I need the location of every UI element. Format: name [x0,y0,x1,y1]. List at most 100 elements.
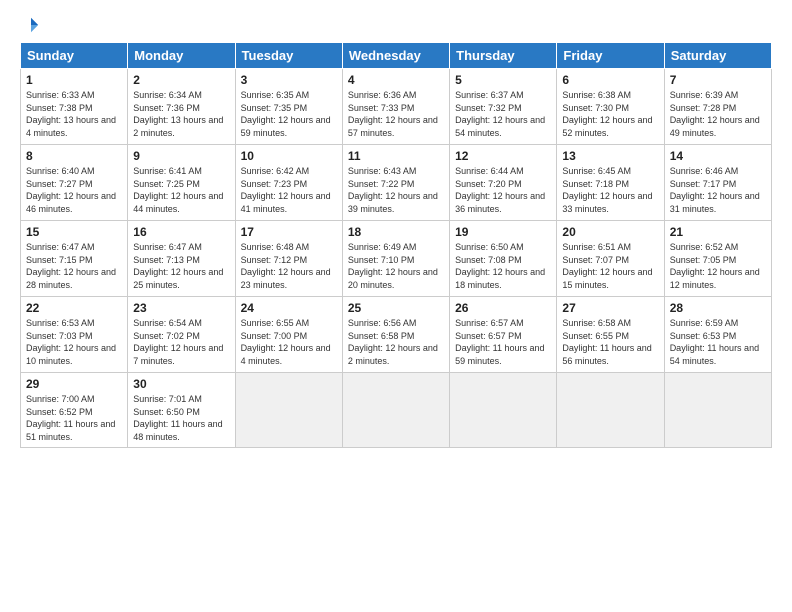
day-info: Sunrise: 6:46 AMSunset: 7:17 PMDaylight:… [670,165,766,215]
day-info: Sunrise: 6:57 AMSunset: 6:57 PMDaylight:… [455,317,551,367]
day-number: 24 [241,301,337,315]
calendar-cell: 21 Sunrise: 6:52 AMSunset: 7:05 PMDayligh… [664,221,771,297]
day-number: 12 [455,149,551,163]
day-info: Sunrise: 6:47 AMSunset: 7:13 PMDaylight:… [133,241,229,291]
calendar-cell: 28 Sunrise: 6:59 AMSunset: 6:53 PMDayligh… [664,297,771,373]
calendar-cell: 10 Sunrise: 6:42 AMSunset: 7:23 PMDayligh… [235,145,342,221]
day-number: 15 [26,225,122,239]
day-number: 23 [133,301,229,315]
day-info: Sunrise: 6:55 AMSunset: 7:00 PMDaylight:… [241,317,337,367]
day-info: Sunrise: 6:40 AMSunset: 7:27 PMDaylight:… [26,165,122,215]
day-number: 11 [348,149,444,163]
calendar-cell: 13 Sunrise: 6:45 AMSunset: 7:18 PMDayligh… [557,145,664,221]
day-info: Sunrise: 7:01 AMSunset: 6:50 PMDaylight:… [133,393,229,443]
weekday-header: Thursday [450,43,557,69]
day-number: 26 [455,301,551,315]
calendar-week-row: 15 Sunrise: 6:47 AMSunset: 7:15 PMDayligh… [21,221,772,297]
day-number: 22 [26,301,122,315]
day-number: 1 [26,73,122,87]
calendar-cell: 25 Sunrise: 6:56 AMSunset: 6:58 PMDayligh… [342,297,449,373]
calendar-cell: 27Sunrise: 6:58 AMSunset: 6:55 PMDayligh… [557,297,664,373]
day-info: Sunrise: 6:34 AMSunset: 7:36 PMDaylight:… [133,89,229,139]
day-info: Sunrise: 6:49 AMSunset: 7:10 PMDaylight:… [348,241,444,291]
calendar-cell: 29Sunrise: 7:00 AMSunset: 6:52 PMDayligh… [21,373,128,448]
calendar-cell: 20Sunrise: 6:51 AMSunset: 7:07 PMDayligh… [557,221,664,297]
calendar-header-row: SundayMondayTuesdayWednesdayThursdayFrid… [21,43,772,69]
day-info: Sunrise: 6:39 AMSunset: 7:28 PMDaylight:… [670,89,766,139]
weekday-header: Monday [128,43,235,69]
day-number: 27 [562,301,658,315]
day-number: 25 [348,301,444,315]
calendar-cell: 1 Sunrise: 6:33 AMSunset: 7:38 PMDaylight… [21,69,128,145]
day-info: Sunrise: 6:59 AMSunset: 6:53 PMDaylight:… [670,317,766,367]
calendar-cell: 12 Sunrise: 6:44 AMSunset: 7:20 PMDayligh… [450,145,557,221]
day-info: Sunrise: 6:47 AMSunset: 7:15 PMDaylight:… [26,241,122,291]
calendar-cell [342,373,449,448]
day-number: 2 [133,73,229,87]
calendar-cell [235,373,342,448]
day-info: Sunrise: 6:48 AMSunset: 7:12 PMDaylight:… [241,241,337,291]
calendar-week-row: 22 Sunrise: 6:53 AMSunset: 7:03 PMDayligh… [21,297,772,373]
day-number: 30 [133,377,229,391]
calendar-table: SundayMondayTuesdayWednesdayThursdayFrid… [20,42,772,448]
calendar-cell: 4Sunrise: 6:36 AMSunset: 7:33 PMDaylight… [342,69,449,145]
day-info: Sunrise: 6:43 AMSunset: 7:22 PMDaylight:… [348,165,444,215]
calendar-week-row: 1 Sunrise: 6:33 AMSunset: 7:38 PMDaylight… [21,69,772,145]
day-number: 19 [455,225,551,239]
day-number: 28 [670,301,766,315]
day-info: Sunrise: 6:38 AMSunset: 7:30 PMDaylight:… [562,89,658,139]
calendar-cell: 17 Sunrise: 6:48 AMSunset: 7:12 PMDayligh… [235,221,342,297]
calendar-cell: 23Sunrise: 6:54 AMSunset: 7:02 PMDayligh… [128,297,235,373]
calendar-cell: 8 Sunrise: 6:40 AMSunset: 7:27 PMDaylight… [21,145,128,221]
day-info: Sunrise: 6:35 AMSunset: 7:35 PMDaylight:… [241,89,337,139]
calendar-cell: 14Sunrise: 6:46 AMSunset: 7:17 PMDayligh… [664,145,771,221]
calendar-week-row: 29Sunrise: 7:00 AMSunset: 6:52 PMDayligh… [21,373,772,448]
calendar-cell [450,373,557,448]
header [20,16,772,34]
day-info: Sunrise: 6:53 AMSunset: 7:03 PMDaylight:… [26,317,122,367]
calendar-cell: 7 Sunrise: 6:39 AMSunset: 7:28 PMDaylight… [664,69,771,145]
weekday-header: Saturday [664,43,771,69]
logo-text [20,16,40,34]
calendar-cell: 18 Sunrise: 6:49 AMSunset: 7:10 PMDayligh… [342,221,449,297]
day-info: Sunrise: 6:45 AMSunset: 7:18 PMDaylight:… [562,165,658,215]
day-number: 10 [241,149,337,163]
calendar-cell [664,373,771,448]
calendar-cell: 9 Sunrise: 6:41 AMSunset: 7:25 PMDaylight… [128,145,235,221]
calendar-cell: 11 Sunrise: 6:43 AMSunset: 7:22 PMDayligh… [342,145,449,221]
day-info: Sunrise: 6:44 AMSunset: 7:20 PMDaylight:… [455,165,551,215]
day-info: Sunrise: 6:41 AMSunset: 7:25 PMDaylight:… [133,165,229,215]
day-info: Sunrise: 6:56 AMSunset: 6:58 PMDaylight:… [348,317,444,367]
day-number: 17 [241,225,337,239]
day-number: 13 [562,149,658,163]
day-number: 6 [562,73,658,87]
day-info: Sunrise: 6:42 AMSunset: 7:23 PMDaylight:… [241,165,337,215]
calendar-cell: 19 Sunrise: 6:50 AMSunset: 7:08 PMDayligh… [450,221,557,297]
day-info: Sunrise: 6:33 AMSunset: 7:38 PMDaylight:… [26,89,122,139]
day-info: Sunrise: 6:50 AMSunset: 7:08 PMDaylight:… [455,241,551,291]
day-number: 16 [133,225,229,239]
weekday-header: Friday [557,43,664,69]
calendar-cell: 24 Sunrise: 6:55 AMSunset: 7:00 PMDayligh… [235,297,342,373]
calendar-cell: 5Sunrise: 6:37 AMSunset: 7:32 PMDaylight… [450,69,557,145]
day-number: 7 [670,73,766,87]
calendar-cell [557,373,664,448]
day-number: 5 [455,73,551,87]
calendar-cell: 15 Sunrise: 6:47 AMSunset: 7:15 PMDayligh… [21,221,128,297]
weekday-header: Wednesday [342,43,449,69]
calendar-cell: 3Sunrise: 6:35 AMSunset: 7:35 PMDaylight… [235,69,342,145]
day-number: 8 [26,149,122,163]
day-number: 21 [670,225,766,239]
day-number: 18 [348,225,444,239]
page: SundayMondayTuesdayWednesdayThursdayFrid… [0,0,792,612]
calendar-cell: 26 Sunrise: 6:57 AMSunset: 6:57 PMDayligh… [450,297,557,373]
weekday-header: Tuesday [235,43,342,69]
calendar-cell: 2 Sunrise: 6:34 AMSunset: 7:36 PMDaylight… [128,69,235,145]
calendar-cell: 30 Sunrise: 7:01 AMSunset: 6:50 PMDayligh… [128,373,235,448]
calendar-cell: 22 Sunrise: 6:53 AMSunset: 7:03 PMDayligh… [21,297,128,373]
day-number: 9 [133,149,229,163]
calendar-cell: 16 Sunrise: 6:47 AMSunset: 7:13 PMDayligh… [128,221,235,297]
day-info: Sunrise: 6:52 AMSunset: 7:05 PMDaylight:… [670,241,766,291]
day-number: 20 [562,225,658,239]
logo [20,16,40,34]
